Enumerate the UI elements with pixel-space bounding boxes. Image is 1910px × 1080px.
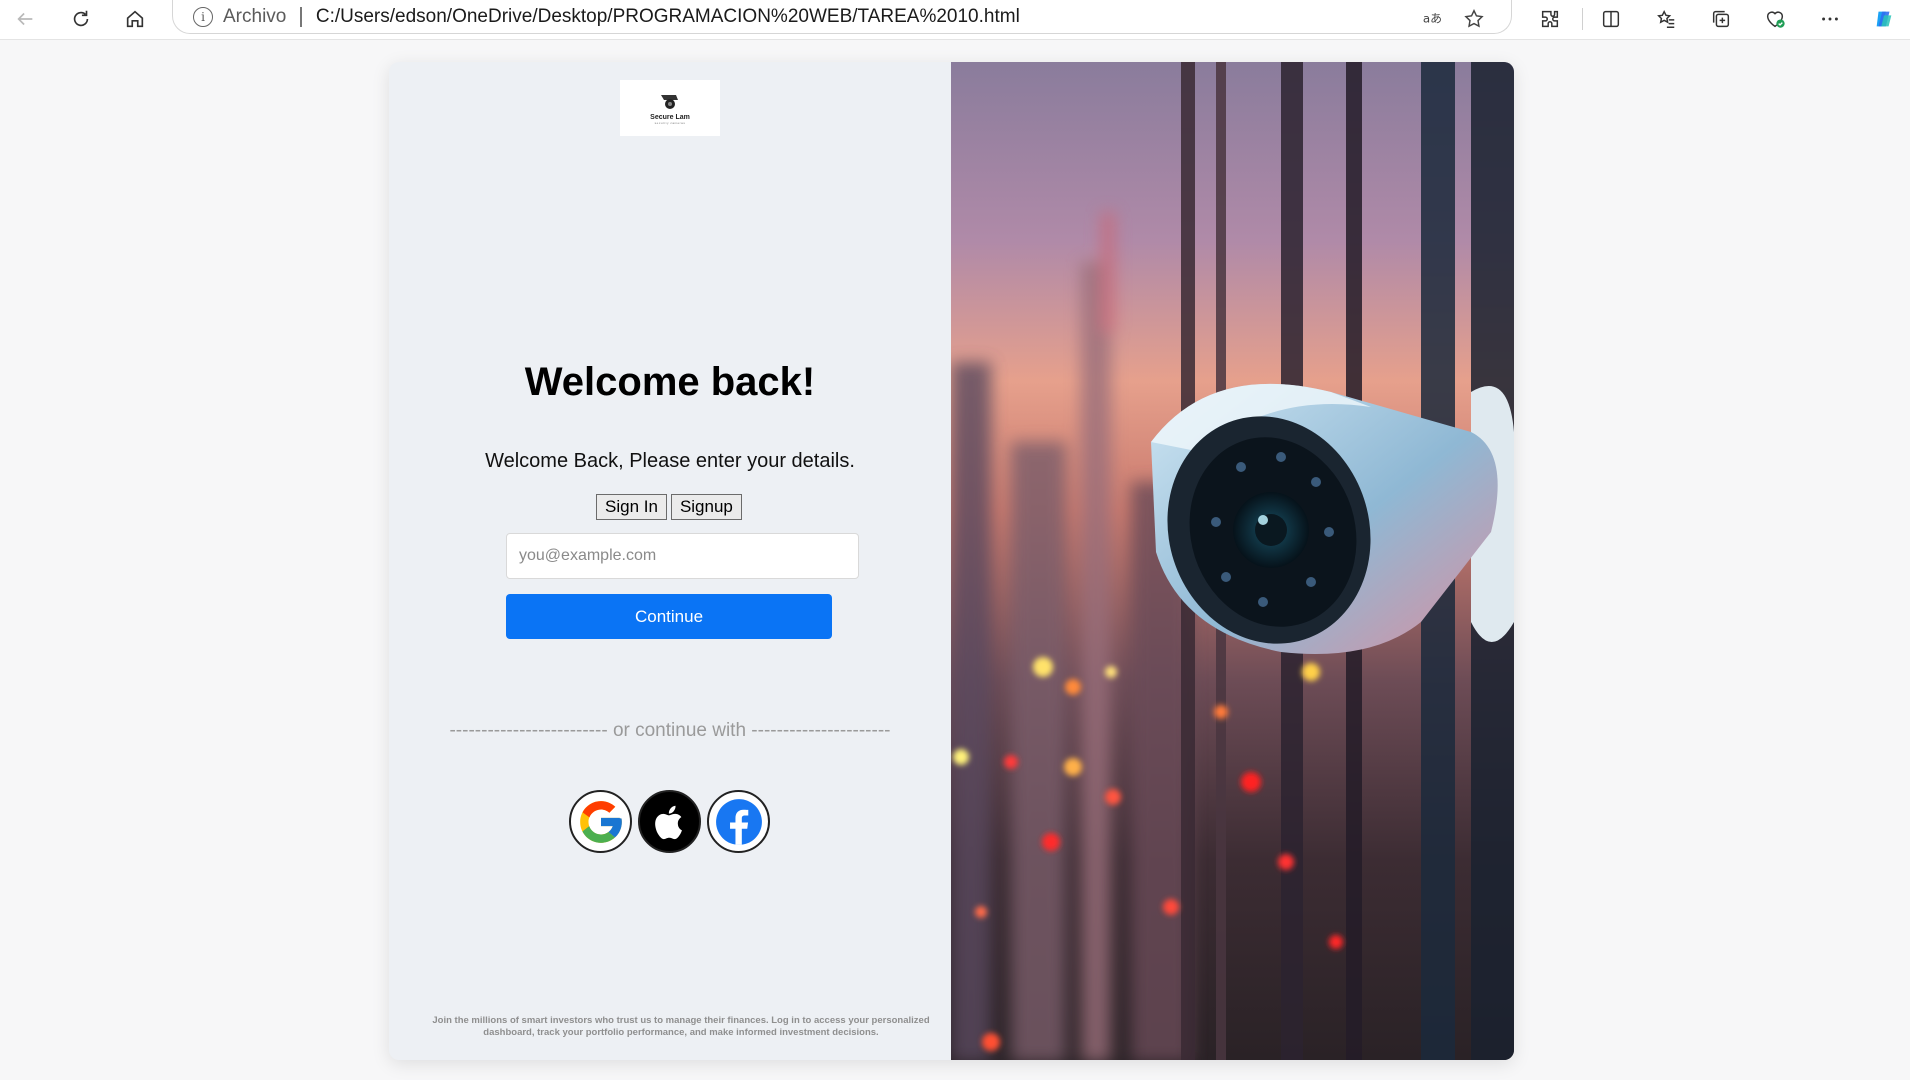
logo-tagline: security cameras bbox=[654, 120, 686, 125]
favorites-icon[interactable] bbox=[1648, 2, 1684, 36]
brand-logo: Secure Lam security cameras bbox=[620, 80, 720, 136]
split-screen-icon[interactable] bbox=[1593, 2, 1629, 36]
more-options-icon[interactable] bbox=[1812, 2, 1848, 36]
security-camera-photo bbox=[951, 62, 1514, 1060]
social-login-group bbox=[569, 790, 770, 853]
extensions-icon[interactable] bbox=[1532, 2, 1568, 36]
collections-icon[interactable] bbox=[1703, 2, 1739, 36]
translate-icon[interactable]: aあ bbox=[1417, 4, 1447, 34]
email-input[interactable] bbox=[506, 533, 859, 579]
back-icon[interactable] bbox=[8, 2, 42, 36]
login-panel: Secure Lam security cameras Welcome back… bbox=[389, 62, 951, 1060]
address-bar[interactable]: i Archivo C:/Users/edson/OneDrive/Deskto… bbox=[172, 0, 1512, 34]
google-icon[interactable] bbox=[569, 790, 632, 853]
url-text[interactable]: C:/Users/edson/OneDrive/Desktop/PROGRAMA… bbox=[316, 6, 1020, 28]
copilot-icon[interactable] bbox=[1866, 2, 1902, 36]
browser-toolbar: i Archivo C:/Users/edson/OneDrive/Deskto… bbox=[0, 0, 1910, 40]
footer-text: Join the millions of smart investors who… bbox=[432, 1015, 930, 1038]
toolbar-divider bbox=[1582, 8, 1583, 30]
tab-sign-in[interactable]: Sign In bbox=[596, 494, 667, 520]
home-icon[interactable] bbox=[118, 2, 152, 36]
scheme-label: Archivo bbox=[223, 5, 287, 27]
security-camera-icon bbox=[661, 94, 678, 109]
browser-essentials-icon[interactable] bbox=[1757, 2, 1793, 36]
facebook-icon[interactable] bbox=[707, 790, 770, 853]
page-title: Welcome back! bbox=[524, 360, 816, 404]
favorite-star-icon[interactable] bbox=[1459, 4, 1489, 34]
logo-brand-text: Secure Lam bbox=[650, 113, 690, 121]
svg-text:aあ: aあ bbox=[1423, 12, 1442, 26]
continue-button[interactable]: Continue bbox=[506, 594, 832, 639]
hero-image bbox=[951, 62, 1514, 1060]
or-continue-divider: ------------------------- or continue wi… bbox=[449, 720, 891, 741]
page-subtitle: Welcome Back, Please enter your details. bbox=[485, 450, 855, 472]
reload-icon[interactable] bbox=[64, 2, 98, 36]
address-separator bbox=[300, 6, 302, 27]
apple-icon[interactable] bbox=[638, 790, 701, 853]
login-card: Secure Lam security cameras Welcome back… bbox=[389, 62, 1514, 1060]
auth-tabs: Sign In Signup bbox=[596, 494, 742, 520]
tab-signup[interactable]: Signup bbox=[670, 494, 742, 520]
site-info-icon[interactable]: i bbox=[193, 6, 213, 27]
